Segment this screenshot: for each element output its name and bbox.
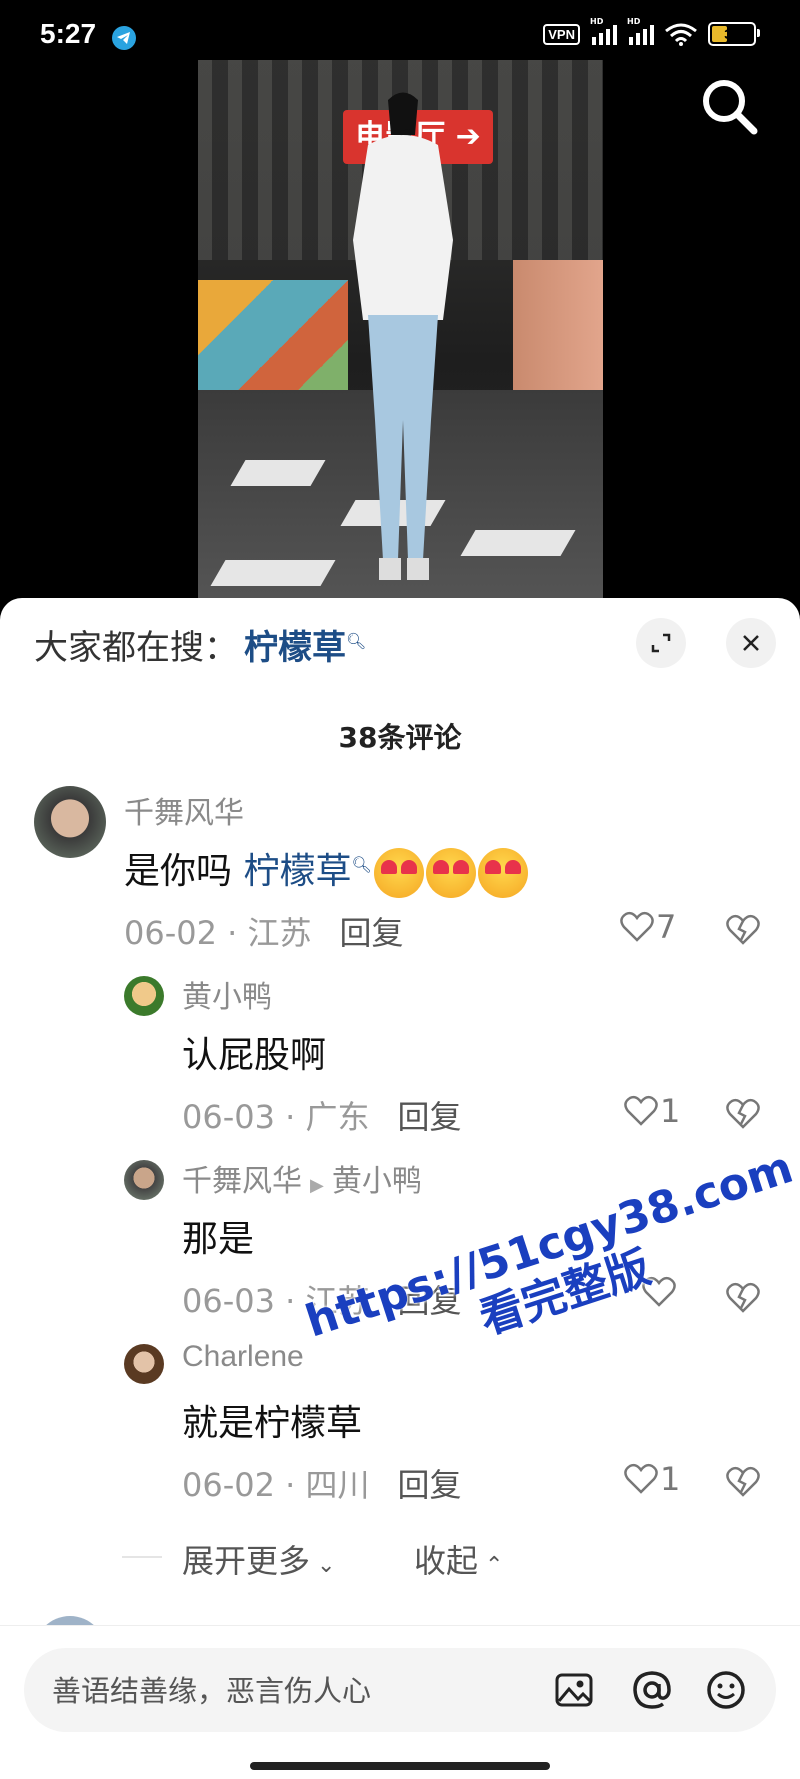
hot-search-keyword[interactable]: 柠檬草 — [244, 628, 346, 668]
status-icons: VPN HD HD 39 — [543, 17, 760, 46]
like-count: 1 — [660, 1460, 681, 1498]
image-icon[interactable] — [552, 1668, 596, 1712]
avatar[interactable] — [34, 786, 106, 858]
like-button[interactable]: 1 — [624, 1092, 680, 1130]
collapse-button[interactable]: 收起 ⌃ — [414, 1536, 503, 1582]
avatar[interactable] — [124, 1160, 164, 1200]
video-player[interactable]: 电影厅 ➔ — [0, 60, 800, 605]
reply-username[interactable]: 千舞风华 — [182, 1164, 302, 1199]
reply-meta: 06-02 · 四川 回复 — [182, 1466, 462, 1504]
close-button[interactable] — [726, 618, 776, 668]
signal-icon: HD — [590, 17, 617, 45]
dislike-icon[interactable] — [726, 1098, 760, 1130]
like-button[interactable]: 1 — [624, 1460, 680, 1498]
wifi-icon — [665, 23, 697, 46]
dislike-icon[interactable] — [726, 1282, 760, 1314]
reply-username[interactable]: 黄小鸭 — [182, 972, 272, 1016]
avatar[interactable] — [124, 976, 164, 1016]
reply-to-arrow-icon: ▶ — [310, 1175, 324, 1196]
like-count: 7 — [656, 908, 677, 946]
heart-icon — [624, 1463, 658, 1494]
dislike-icon[interactable] — [726, 914, 760, 946]
emoji-icon[interactable] — [704, 1668, 748, 1712]
heart-eyes-emoji-icon — [477, 848, 528, 898]
heart-icon — [620, 911, 654, 942]
vpn-badge: VPN — [543, 23, 580, 45]
comment-input-box[interactable] — [24, 1648, 776, 1734]
reply-text: 那是 — [182, 1219, 255, 1260]
like-count: 1 — [660, 1092, 681, 1130]
avatar[interactable] — [124, 1344, 164, 1384]
reply-text: 就是柠檬草 — [182, 1403, 363, 1444]
hot-search-bar[interactable]: 大家都在搜： 柠檬草🔍︎ — [34, 620, 366, 669]
battery-level: 39 — [724, 26, 740, 42]
person-figure — [353, 92, 453, 580]
chevron-up-icon: ⌃ — [478, 1553, 504, 1578]
search-small-icon: 🔍︎ — [346, 631, 367, 651]
reply-username[interactable]: Charlene — [182, 1340, 304, 1374]
home-indicator[interactable] — [250, 1762, 550, 1770]
reply-button[interactable]: 回复 — [398, 1466, 462, 1504]
signal-icon-2: HD — [627, 17, 654, 45]
close-icon — [743, 635, 759, 651]
telegram-icon — [112, 26, 136, 50]
comment-keyword-link[interactable]: 柠檬草 — [243, 851, 351, 892]
status-time: 5:27 — [40, 18, 97, 49]
reply-target-username[interactable]: 黄小鸭 — [332, 1164, 422, 1199]
comment-meta: 06-02 · 江苏 回复 — [124, 914, 404, 952]
reply-button[interactable]: 回复 — [340, 914, 404, 952]
reply-text: 认屁股啊 — [182, 1035, 327, 1076]
chevron-down-icon: ⌄ — [310, 1553, 336, 1578]
comment-input-bar — [0, 1625, 800, 1779]
dislike-icon[interactable] — [726, 1466, 760, 1498]
reply-meta: 06-03 · 广东 回复 — [182, 1098, 462, 1136]
heart-icon — [624, 1095, 658, 1126]
reply-button[interactable]: 回复 — [398, 1098, 462, 1136]
expand-icon — [651, 633, 671, 653]
heart-eyes-emoji-icon — [425, 848, 476, 898]
comment-username[interactable]: 千舞风华 — [124, 788, 244, 832]
like-button[interactable]: 7 — [620, 908, 676, 946]
expand-more-button[interactable]: 展开更多 ⌄ — [182, 1536, 335, 1582]
reply-username-line: 千舞风华 ▶ 黄小鸭 — [182, 1156, 422, 1200]
thread-divider — [122, 1556, 162, 1558]
fullscreen-button[interactable] — [636, 618, 686, 668]
battery-icon: 39 — [708, 22, 760, 46]
mention-icon[interactable] — [630, 1668, 674, 1712]
comment-count: 38条评论 — [338, 721, 462, 754]
comment-input[interactable] — [50, 1648, 534, 1734]
search-icon[interactable] — [698, 75, 760, 137]
video-frame: 电影厅 ➔ — [198, 60, 603, 605]
comment-text: 是你吗 柠檬草🔍︎ — [124, 842, 528, 898]
heart-eyes-emoji-icon — [373, 848, 424, 898]
